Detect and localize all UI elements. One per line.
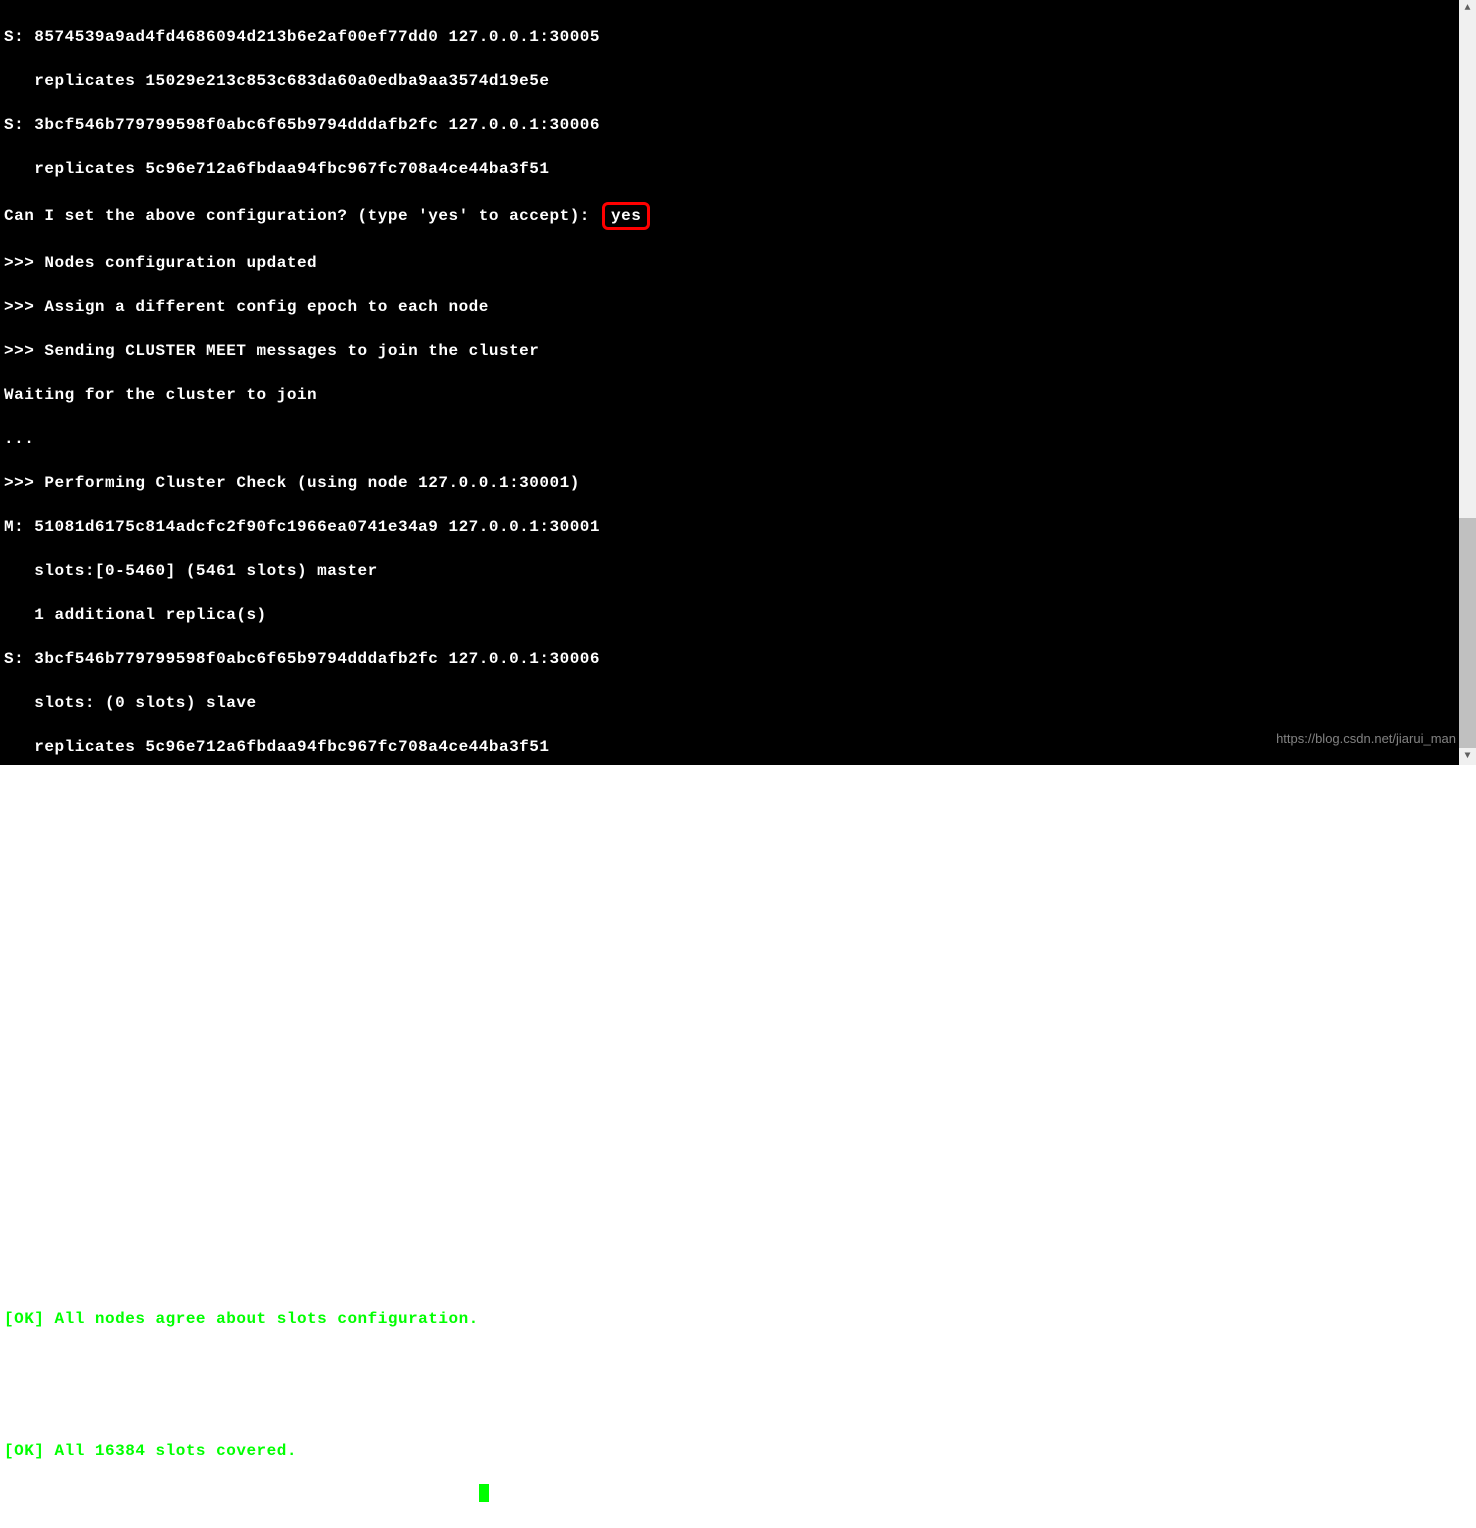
output-line: replicates 5c96e712a6fbdaa94fbc967fc708a… — [4, 158, 1455, 180]
output-line: S: 8574539a9ad4fd4686094d213b6e2af00ef77… — [4, 26, 1455, 48]
output-line: >>> Check for open slots... — [4, 1352, 1455, 1374]
output-line: 1 additional replica(s) — [4, 1132, 1455, 1154]
output-line: >>> Sending CLUSTER MEET messages to joi… — [4, 340, 1455, 362]
output-line: slots: (0 slots) slave — [4, 1220, 1455, 1242]
output-line: M: 51081d6175c814adcfc2f90fc1966ea0741e3… — [4, 516, 1455, 538]
output-line: M: 5c96e712a6fbdaa94fbc967fc708a4ce44ba3… — [4, 1044, 1455, 1066]
output-line: >>> Check slots coverage... — [4, 1396, 1455, 1418]
output-line: ... — [4, 428, 1455, 450]
output-line: >>> Assign a different config epoch to e… — [4, 296, 1455, 318]
confirm-prompt-text: Can I set the above configuration? (type… — [4, 207, 600, 225]
output-line: >>> Nodes configuration updated — [4, 252, 1455, 274]
output-line: slots:[0-5460] (5461 slots) master — [4, 560, 1455, 582]
shell-prompt-line[interactable]: [root@iZm5efdde834craot40wnjZ create-clu… — [4, 1484, 1455, 1506]
output-line: 1 additional replica(s) — [4, 604, 1455, 626]
output-line: slots:[10923-16383] (5461 slots) master — [4, 1088, 1455, 1110]
terminal-output[interactable]: S: 8574539a9ad4fd4686094d213b6e2af00ef77… — [0, 0, 1459, 765]
shell-prompt-text: [root@iZm5efdde834craot40wnjZ create-clu… — [4, 1486, 479, 1504]
ok-status-line: [OK] All nodes agree about slots configu… — [4, 1308, 1455, 1330]
output-line: S: 3bcf546b779799598f0abc6f65b9794dddafb… — [4, 114, 1455, 136]
ok-status-line: [OK] All 16384 slots covered. — [4, 1440, 1455, 1462]
output-line: Waiting for the cluster to join — [4, 384, 1455, 406]
output-line: S: 3bcf546b779799598f0abc6f65b9794dddafb… — [4, 648, 1455, 670]
vertical-scrollbar[interactable]: ▲ ▼ — [1459, 0, 1476, 765]
output-line: S: 8574539a9ad4fd4686094d213b6e2af00ef77… — [4, 780, 1455, 802]
scroll-track[interactable] — [1459, 17, 1476, 748]
output-line: >>> Performing Cluster Check (using node… — [4, 472, 1455, 494]
output-line: slots: (0 slots) slave — [4, 824, 1455, 846]
scroll-up-button[interactable]: ▲ — [1459, 0, 1476, 17]
output-line: 1 additional replica(s) — [4, 1000, 1455, 1022]
output-line: replicates 5c96e712a6fbdaa94fbc967fc708a… — [4, 736, 1455, 758]
output-line: replicates 15029e213c853c683da60a0edba9a… — [4, 70, 1455, 92]
scroll-thumb[interactable] — [1459, 518, 1476, 748]
terminal-cursor — [479, 1484, 489, 1502]
output-line: M: 15029e213c853c683da60a0edba9aa3574d19… — [4, 912, 1455, 934]
highlighted-answer: yes — [602, 202, 650, 230]
output-line: S: ee4605381b3025fbc7c14a942f90db0377bcd… — [4, 1176, 1455, 1198]
output-line: slots:[5461-10922] (5462 slots) master — [4, 956, 1455, 978]
scroll-down-button[interactable]: ▼ — [1459, 748, 1476, 765]
confirm-prompt-line: Can I set the above configuration? (type… — [4, 202, 1455, 230]
output-line: replicates 51081d6175c814adcfc2f90fc1966… — [4, 1264, 1455, 1286]
output-line: slots: (0 slots) slave — [4, 692, 1455, 714]
output-line: replicates 15029e213c853c683da60a0edba9a… — [4, 868, 1455, 890]
